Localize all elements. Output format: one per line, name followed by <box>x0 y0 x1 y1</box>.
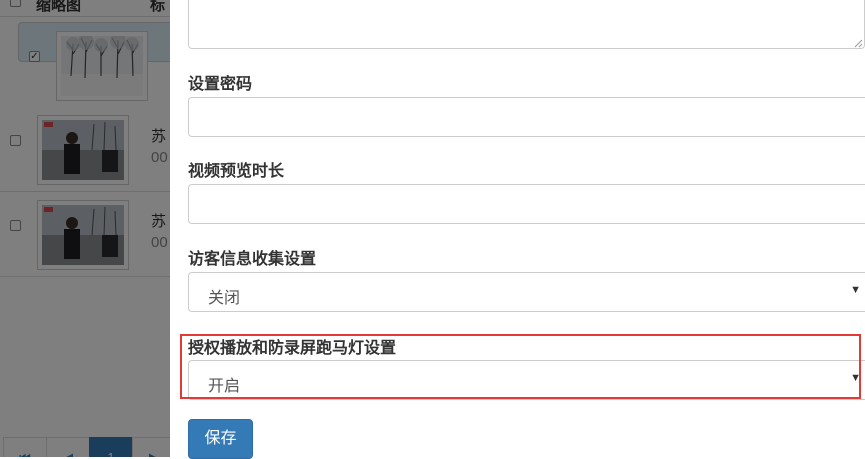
visitor-info-select[interactable]: 关闭 ▼ <box>188 272 865 312</box>
dropdown-caret-icon: ▼ <box>850 372 861 384</box>
password-label: 设置密码 <box>188 76 253 93</box>
description-textarea[interactable] <box>188 0 865 49</box>
save-button[interactable]: 保存 <box>188 419 253 459</box>
settings-panel: 设置密码 视频预览时长 访客信息收集设置 关闭 ▼ 授权播放和防录屏跑马灯设置 … <box>170 0 865 459</box>
auth-play-label: 授权播放和防录屏跑马灯设置 <box>188 340 397 357</box>
resize-grip-icon[interactable] <box>853 38 863 48</box>
auth-play-select[interactable]: 开启 ▼ <box>188 360 865 400</box>
auth-play-value: 开启 <box>208 378 241 395</box>
dropdown-caret-icon: ▼ <box>850 284 861 296</box>
visitor-info-value: 关闭 <box>208 290 241 307</box>
preview-duration-label: 视频预览时长 <box>188 163 285 180</box>
password-input[interactable] <box>188 97 865 137</box>
preview-duration-input[interactable] <box>188 184 865 224</box>
visitor-info-label: 访客信息收集设置 <box>188 251 317 268</box>
modal-backdrop[interactable] <box>0 0 170 457</box>
